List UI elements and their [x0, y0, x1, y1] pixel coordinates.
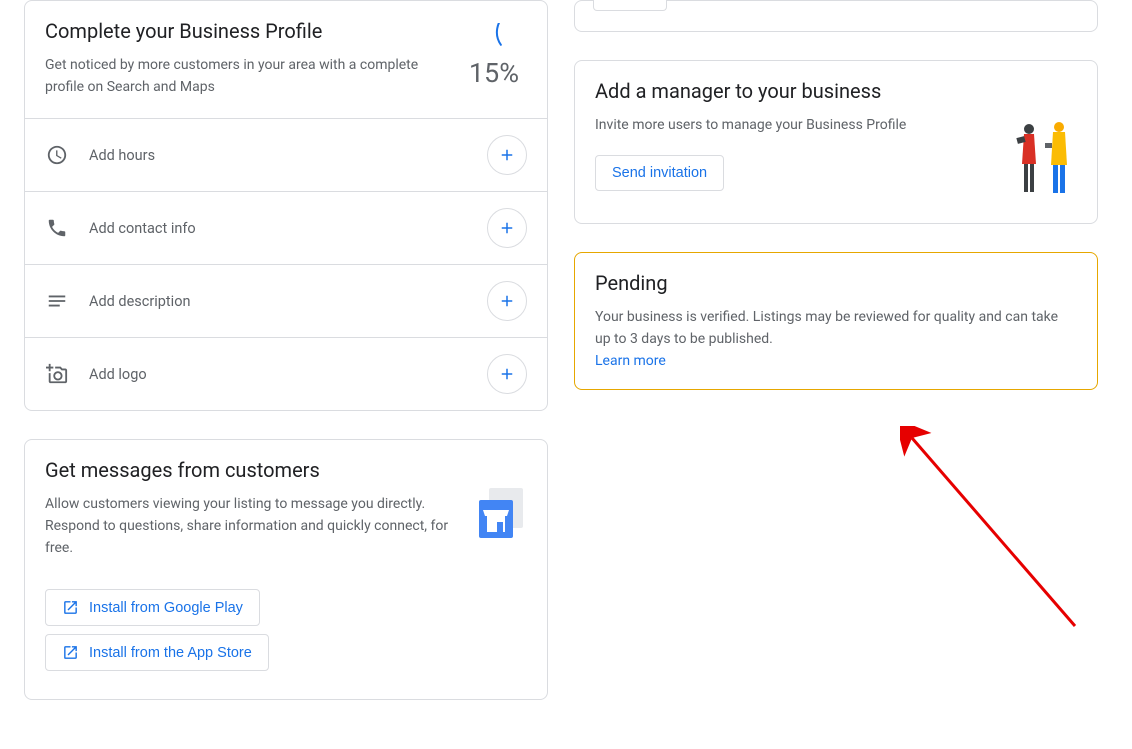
action-add-description[interactable]: Add description [25, 265, 547, 338]
action-add-hours[interactable]: Add hours [25, 119, 547, 192]
action-add-contact[interactable]: Add contact info [25, 192, 547, 265]
action-label: Add hours [89, 147, 467, 164]
storefront-icon [471, 486, 527, 559]
clock-icon [45, 143, 69, 167]
plus-icon [498, 219, 516, 237]
add-logo-button[interactable] [487, 354, 527, 394]
open-new-icon [62, 599, 79, 616]
action-label: Add logo [89, 366, 467, 383]
add-contact-button[interactable] [487, 208, 527, 248]
plus-icon [498, 365, 516, 383]
messages-desc: Allow customers viewing your listing to … [45, 494, 451, 559]
install-app-store-button[interactable]: Install from the App Store [45, 634, 269, 671]
manager-desc: Invite more users to manage your Busines… [595, 115, 991, 137]
pending-card: Pending Your business is verified. Listi… [574, 252, 1098, 390]
plus-icon [498, 292, 516, 310]
complete-profile-card: Complete your Business Profile Get notic… [24, 0, 548, 411]
action-label: Add description [89, 293, 467, 310]
messages-title: Get messages from customers [45, 458, 527, 482]
profile-desc: Get noticed by more customers in your ar… [45, 55, 449, 98]
pending-title: Pending [595, 271, 1077, 295]
open-new-icon [62, 644, 79, 661]
partial-card-top [574, 0, 1098, 32]
plus-icon [498, 146, 516, 164]
send-invitation-button[interactable]: Send invitation [595, 155, 724, 191]
manager-title: Add a manager to your business [595, 79, 1077, 103]
phone-icon [45, 216, 69, 240]
progress-percent: 15% [469, 57, 519, 89]
action-add-logo[interactable]: Add logo [25, 338, 547, 410]
add-hours-button[interactable] [487, 135, 527, 175]
install-google-play-button[interactable]: Install from Google Play [45, 589, 260, 626]
notes-icon [45, 289, 69, 313]
pending-desc: Your business is verified. Listings may … [595, 307, 1077, 350]
messages-card: Get messages from customers Allow custom… [24, 439, 548, 700]
profile-title: Complete your Business Profile [45, 19, 449, 43]
add-description-button[interactable] [487, 281, 527, 321]
add-photo-icon [45, 362, 69, 386]
progress-arc-icon [469, 23, 519, 47]
action-label: Add contact info [89, 220, 467, 237]
add-manager-card: Add a manager to your business Invite mo… [574, 60, 1098, 224]
learn-more-link[interactable]: Learn more [595, 353, 666, 369]
people-illustration-icon [1009, 119, 1077, 203]
